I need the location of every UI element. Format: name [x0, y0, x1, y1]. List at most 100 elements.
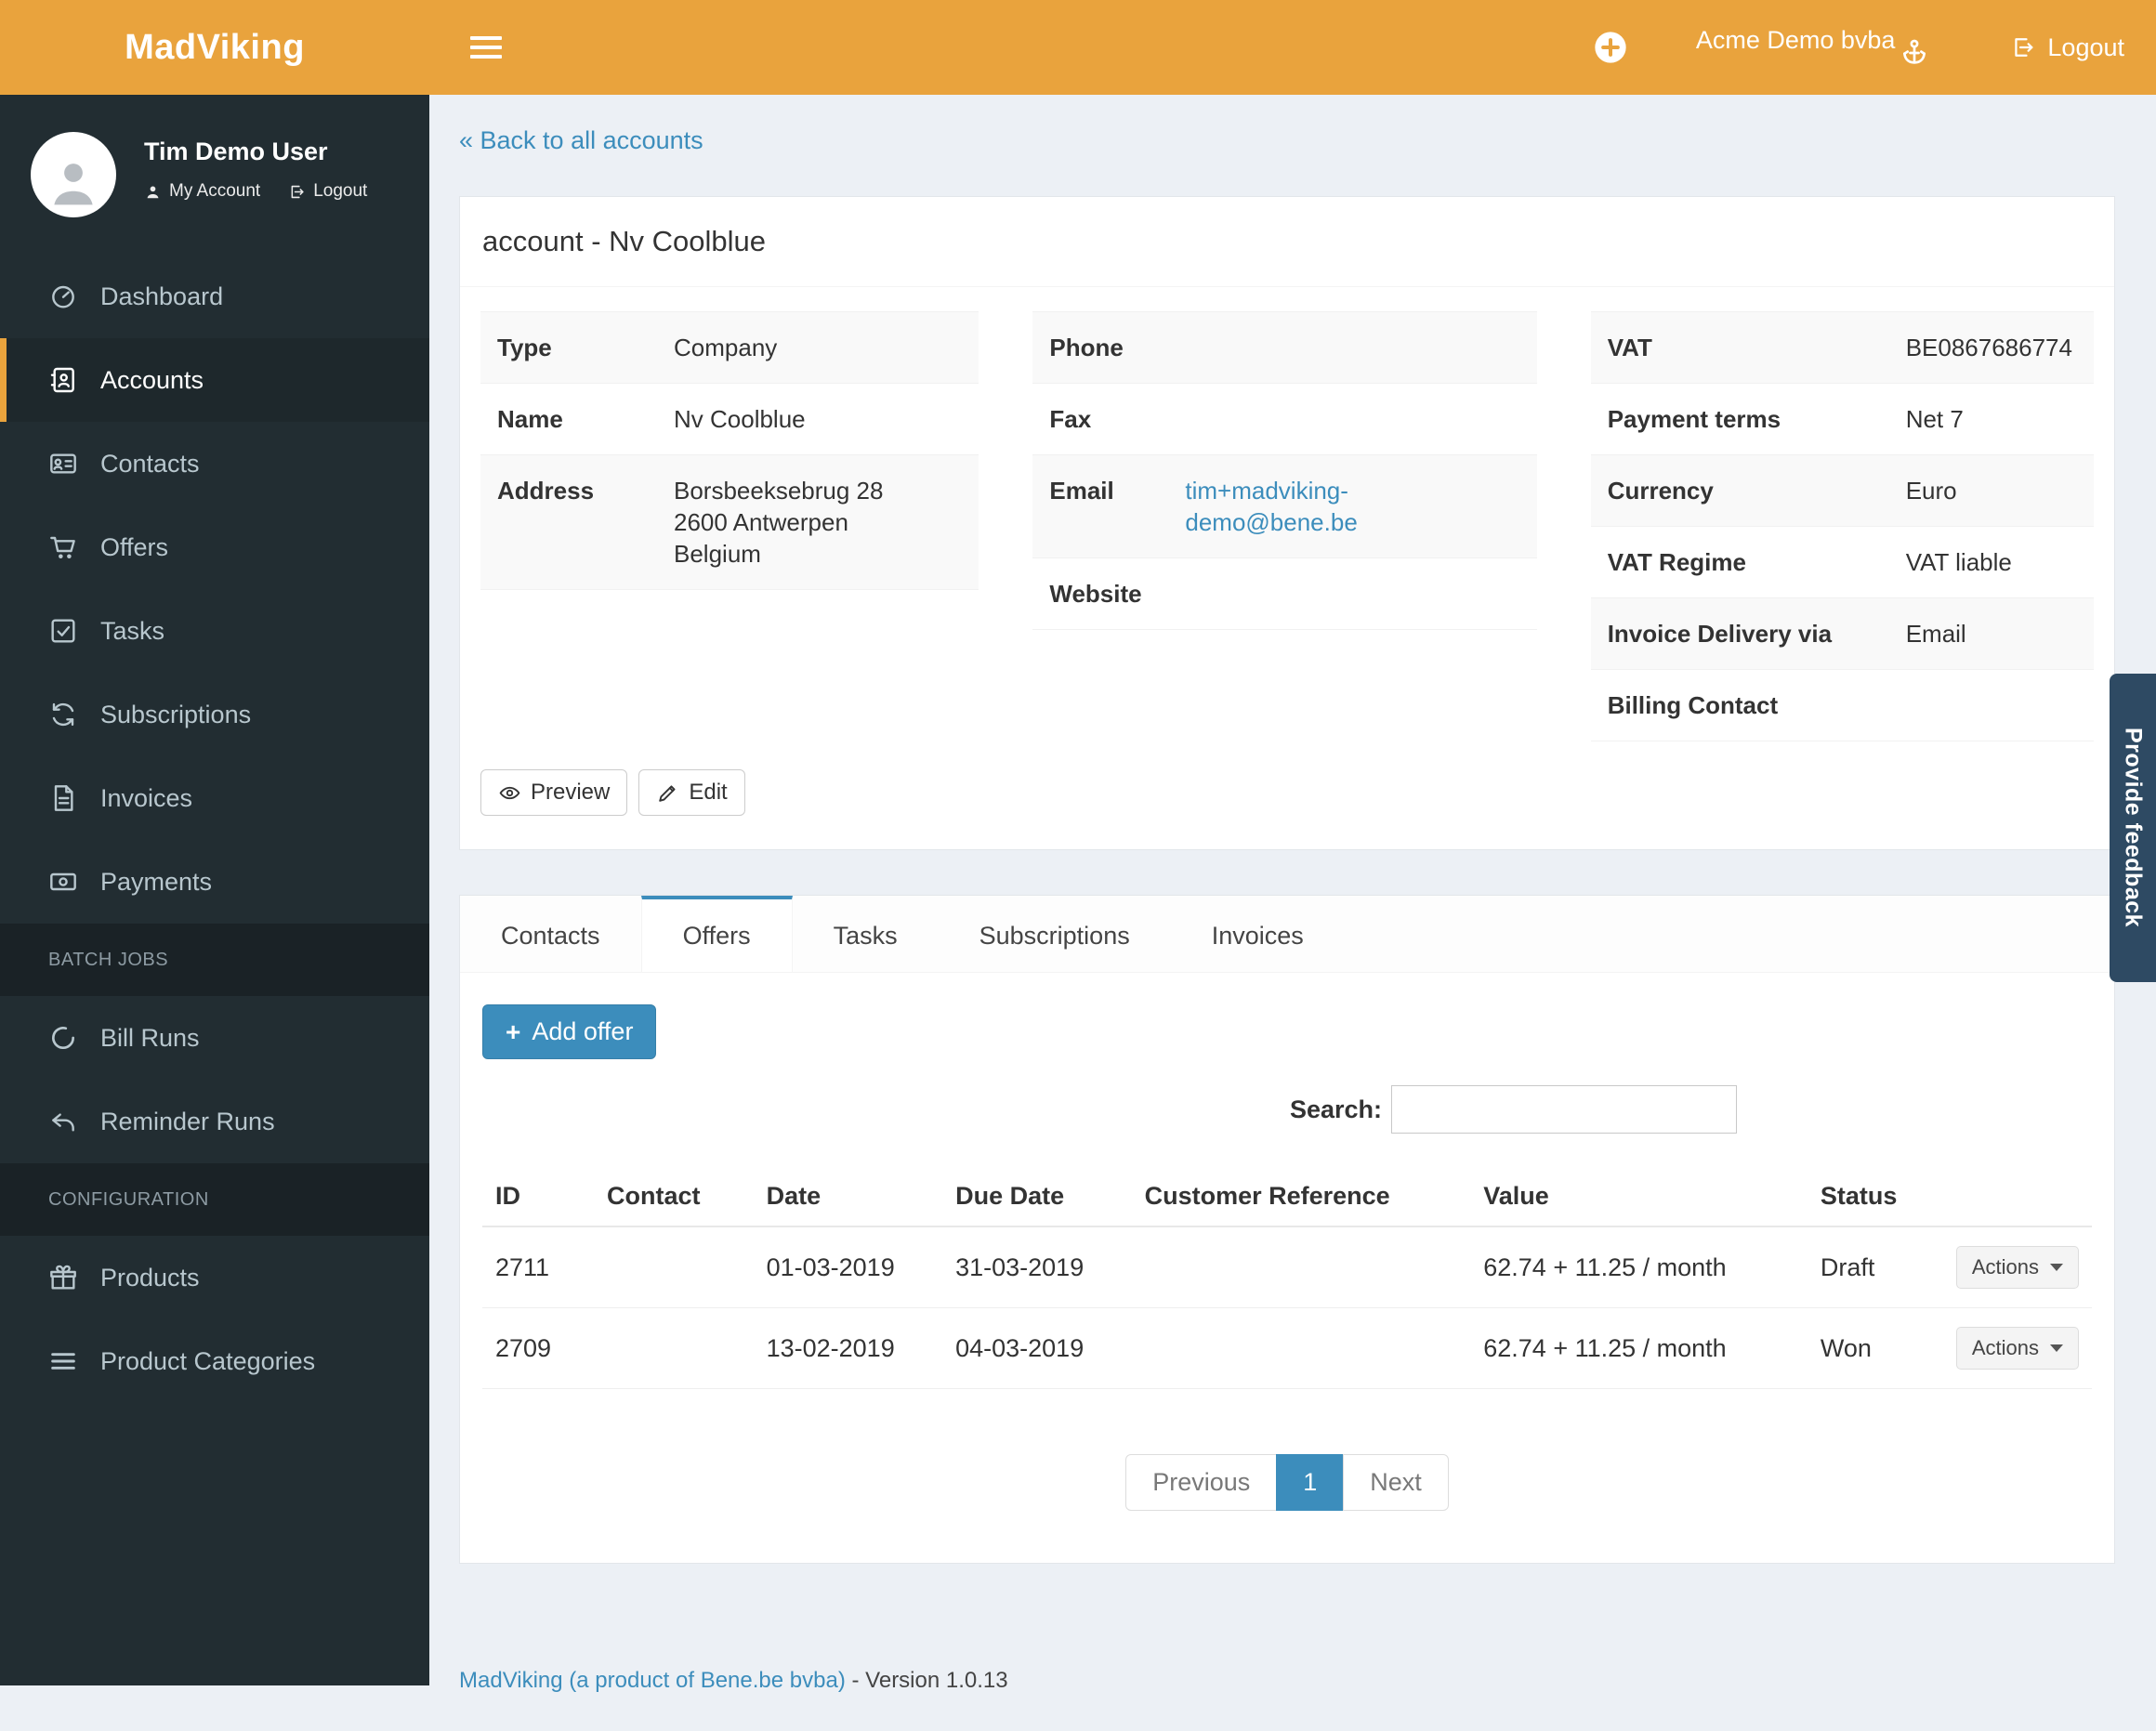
cell-value: 62.74 + 11.25 / month — [1470, 1307, 1808, 1389]
cell-status: Won — [1807, 1307, 1943, 1389]
caret-down-icon — [2050, 1264, 2063, 1271]
actions-dropdown-button[interactable]: Actions — [1955, 1327, 2079, 1370]
sidebar-section-batch-jobs: BATCH JOBS — [0, 924, 429, 996]
user-name: Tim Demo User — [144, 138, 328, 165]
sidebar-item-label: Accounts — [100, 365, 204, 394]
tab-invoices[interactable]: Invoices — [1171, 896, 1345, 972]
sidebar-item-label: Invoices — [100, 783, 193, 812]
current-account-menu[interactable]: Acme Demo bvba — [1696, 26, 1931, 69]
tab-offers[interactable]: Offers — [640, 896, 793, 972]
contacts-icon — [48, 449, 78, 479]
logout-button[interactable]: Logout — [2010, 33, 2124, 62]
column-header-status: Status — [1807, 1167, 1943, 1227]
field-value: VAT liable — [1888, 526, 2094, 598]
cell-date: 13-02-2019 — [753, 1307, 943, 1389]
quick-add-icon[interactable] — [1592, 29, 1629, 66]
tab-contacts[interactable]: Contacts — [460, 896, 641, 972]
field-value — [1888, 669, 2094, 741]
field-label: Address — [480, 454, 657, 590]
search-label: Search: — [1289, 1095, 1382, 1123]
page-title: account - Nv Coolblue — [460, 197, 2114, 287]
field-value: BE0867686774 — [1888, 311, 2094, 384]
contact-info-table: Phone Fax Email tim+madviking-demo@bene.b… — [1032, 311, 1537, 630]
sidebar-item-label: Products — [100, 1263, 200, 1292]
table-row: Type Company — [480, 311, 979, 384]
field-value: Company — [657, 311, 979, 384]
sidebar-item-payments[interactable]: Payments — [0, 840, 429, 924]
preview-button[interactable]: Preview — [480, 769, 628, 816]
sidebar-item-label: Product Categories — [100, 1346, 316, 1375]
column-header-value: Value — [1470, 1167, 1808, 1227]
cell-customer-reference — [1131, 1307, 1471, 1389]
sidebar-item-bill-runs[interactable]: Bill Runs — [0, 996, 429, 1080]
search-input[interactable] — [1391, 1085, 1737, 1134]
table-row: Billing Contact — [1590, 669, 2094, 741]
field-value: Borsbeeksebrug 28 2600 Antwerpen Belgium — [657, 454, 979, 590]
sidebar-section-configuration: CONFIGURATION — [0, 1163, 429, 1236]
my-account-link[interactable]: My Account — [144, 181, 260, 202]
tab-tasks[interactable]: Tasks — [793, 896, 939, 972]
reminder-icon — [48, 1107, 78, 1136]
sidebar-item-label: Tasks — [100, 616, 165, 645]
sidebar-item-invoices[interactable]: Invoices — [0, 756, 429, 840]
tasks-icon — [48, 616, 78, 646]
general-info-table: Type Company Name Nv Coolblue Address Borsb… — [480, 311, 979, 590]
edit-label: Edit — [689, 780, 728, 805]
email-link[interactable]: tim+madviking-demo@bene.be — [1185, 475, 1426, 538]
add-offer-button[interactable]: + Add offer — [482, 1004, 657, 1059]
field-label: Name — [480, 383, 657, 455]
logout-link[interactable]: Logout — [288, 181, 367, 202]
table-row: VAT Regime VAT liable — [1590, 526, 2094, 598]
sidebar-item-tasks[interactable]: Tasks — [0, 589, 429, 673]
sidebar-item-label: Contacts — [100, 449, 200, 478]
field-label: Phone — [1032, 311, 1169, 384]
navbar-right: Acme Demo bvba Logout — [1592, 26, 2156, 69]
pagination-previous[interactable]: Previous — [1125, 1454, 1278, 1511]
tab-bar: Contacts Offers Tasks Subscriptions Invo… — [460, 896, 2114, 973]
edit-button[interactable]: Edit — [638, 769, 745, 816]
user-panel: Tim Demo User My Account Logout — [0, 95, 429, 245]
field-value: Nv Coolblue — [657, 383, 979, 455]
sidebar-item-product-categories[interactable]: Product Categories — [0, 1319, 429, 1403]
actions-dropdown-button[interactable]: Actions — [1955, 1246, 2079, 1289]
column-header-contact: Contact — [594, 1167, 754, 1227]
provide-feedback-tab[interactable]: Provide feedback — [2110, 674, 2156, 982]
field-label: VAT Regime — [1590, 526, 1889, 598]
sidebar-toggle-icon[interactable] — [470, 36, 502, 59]
sidebar-item-contacts[interactable]: Contacts — [0, 422, 429, 505]
current-account-name: Acme Demo bvba — [1695, 26, 1896, 54]
eye-icon — [498, 781, 521, 805]
field-label: Payment terms — [1590, 383, 1889, 455]
field-label: Invoice Delivery via — [1590, 597, 1889, 670]
app-logo: MadViking — [125, 27, 305, 67]
table-row: Email tim+madviking-demo@bene.be — [1032, 454, 1537, 558]
table-row: Address Borsbeeksebrug 28 2600 Antwerpen … — [480, 454, 979, 590]
table-row: 2709 13-02-2019 04-03-2019 62.74 + 11.25… — [482, 1307, 2092, 1389]
tab-subscriptions[interactable]: Subscriptions — [939, 896, 1171, 972]
table-row: Invoice Delivery via Email — [1590, 597, 2094, 670]
field-value — [1168, 557, 1537, 630]
offers-table: ID Contact Date Due Date Customer Refere… — [482, 1167, 2092, 1389]
caret-down-icon — [2050, 1344, 2063, 1352]
back-to-accounts-link[interactable]: « Back to all accounts — [459, 126, 703, 155]
table-row: Fax — [1032, 383, 1537, 455]
pagination-page-1[interactable]: 1 — [1276, 1454, 1345, 1511]
sidebar-item-accounts[interactable]: Accounts — [0, 338, 429, 422]
table-header-row: ID Contact Date Due Date Customer Refere… — [482, 1167, 2092, 1227]
billing-info-table: VAT BE0867686774 Payment terms Net 7 Curre… — [1590, 311, 2094, 741]
footer-link[interactable]: MadViking (a product of Bene.be bvba) — [459, 1668, 846, 1693]
sidebar-item-products[interactable]: Products — [0, 1236, 429, 1319]
sidebar-item-offers[interactable]: Offers — [0, 505, 429, 589]
user-icon — [144, 183, 162, 201]
products-icon — [48, 1263, 78, 1292]
sidebar-item-label: Bill Runs — [100, 1023, 200, 1052]
pagination-next[interactable]: Next — [1343, 1454, 1449, 1511]
field-label: Email — [1032, 454, 1169, 558]
sidebar-item-subscriptions[interactable]: Subscriptions — [0, 673, 429, 756]
account-details-panel: account - Nv Coolblue Type Company Name Nv… — [459, 196, 2115, 850]
categories-icon — [48, 1346, 78, 1376]
logout-label: Logout — [313, 181, 368, 201]
sidebar-item-reminder-runs[interactable]: Reminder Runs — [0, 1080, 429, 1163]
related-records-panel: Contacts Offers Tasks Subscriptions Invo… — [459, 895, 2115, 1564]
sidebar-item-dashboard[interactable]: Dashboard — [0, 255, 429, 338]
